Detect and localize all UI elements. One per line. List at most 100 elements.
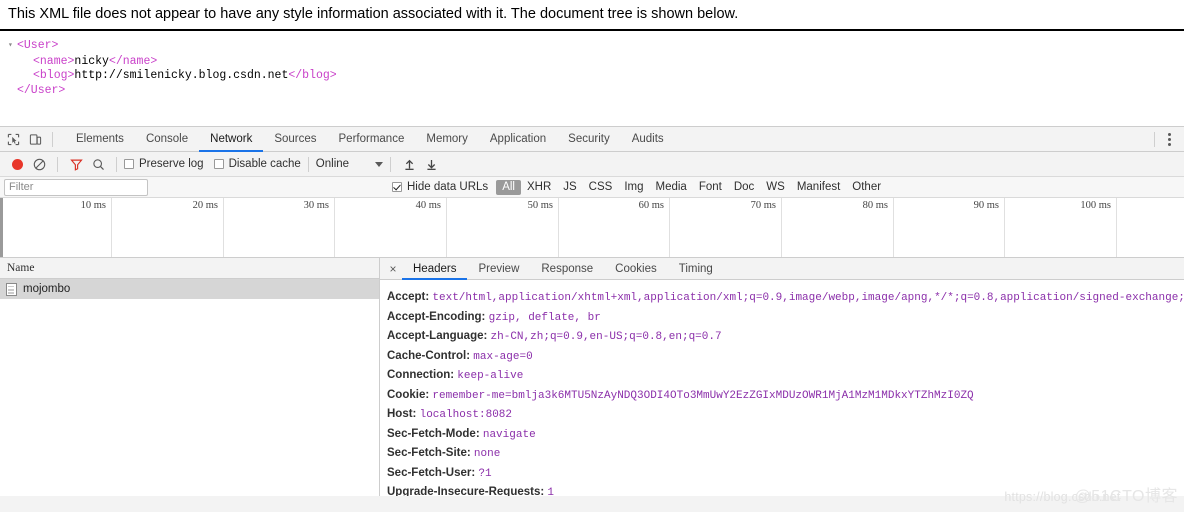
header-value: max-age=0 xyxy=(473,350,533,363)
inspect-element-icon[interactable] xyxy=(2,129,24,150)
toolbar-divider xyxy=(1154,131,1155,147)
header-value: zh-CN,zh;q=0.9,en-US;q=0.8,en;q=0.7 xyxy=(490,331,722,343)
network-split-view: Name mojombo × Headers Preview Response … xyxy=(0,258,1184,496)
collapse-triangle-icon[interactable]: ▾ xyxy=(8,39,17,54)
xml-root-close-line: </User> xyxy=(8,84,1184,99)
xml-viewer: This XML file does not appear to have an… xyxy=(0,0,1184,126)
xml-name-open-tag: <name> xyxy=(33,54,75,68)
search-icon[interactable] xyxy=(87,154,109,175)
header-name: Cache-Control: xyxy=(387,349,471,362)
header-row: Host: localhost:8082 xyxy=(387,405,1184,425)
preserve-log-label: Preserve log xyxy=(139,158,204,170)
header-name: Accept: xyxy=(387,291,430,303)
tab-application[interactable]: Application xyxy=(479,127,557,152)
type-filter-js[interactable]: JS xyxy=(557,180,582,195)
export-har-button[interactable] xyxy=(420,154,442,175)
tab-audits[interactable]: Audits xyxy=(621,127,675,152)
hide-data-urls-label: Hide data URLs xyxy=(407,181,489,193)
throttling-select[interactable]: Online xyxy=(315,158,384,170)
xml-root-open-line[interactable]: ▾ <User> xyxy=(8,39,1184,55)
header-name: Accept-Encoding: xyxy=(387,310,486,323)
disable-cache-checkbox[interactable]: Disable cache xyxy=(213,158,301,170)
preserve-log-checkbox[interactable]: Preserve log xyxy=(124,158,204,170)
request-detail-pane: × Headers Preview Response Cookies Timin… xyxy=(380,258,1184,496)
tab-preview[interactable]: Preview xyxy=(467,258,530,280)
type-filter-font[interactable]: Font xyxy=(693,180,728,195)
checkbox-box[interactable] xyxy=(124,159,134,169)
header-name: Accept-Language: xyxy=(387,330,488,342)
header-row: Sec-Fetch-Site: none xyxy=(387,444,1184,464)
type-filter-all[interactable]: All xyxy=(496,179,521,195)
column-header-name: Name xyxy=(7,262,35,274)
chevron-down-icon[interactable] xyxy=(375,161,384,167)
filter-input[interactable] xyxy=(4,178,148,196)
filter-icon[interactable] xyxy=(65,154,87,175)
network-filter-bar: Hide data URLs All XHR JS CSS Img Media … xyxy=(0,177,1184,198)
tab-sources[interactable]: Sources xyxy=(263,127,327,152)
xml-root-close-tag: </User> xyxy=(17,83,66,97)
tab-headers[interactable]: Headers xyxy=(402,258,467,280)
xml-blog-close-tag: </blog> xyxy=(288,69,337,82)
toolbar-divider xyxy=(307,156,309,172)
table-row[interactable]: mojombo xyxy=(0,279,379,299)
type-filter-xhr[interactable]: XHR xyxy=(521,180,557,195)
grid-column-header[interactable]: Name xyxy=(0,258,379,279)
devtools-tabbar: Elements Console Network Sources Perform… xyxy=(0,127,1184,152)
header-row: Accept-Encoding: gzip, deflate, br xyxy=(387,308,1184,328)
type-filter-img[interactable]: Img xyxy=(618,180,649,195)
network-action-toolbar: Preserve log Disable cache Online xyxy=(0,152,1184,177)
tab-security[interactable]: Security xyxy=(557,127,621,152)
clear-button[interactable] xyxy=(28,154,50,175)
xml-child-line: <blog>http://smilenicky.blog.csdn.net</b… xyxy=(8,69,1184,84)
timeline-tick-label: 40 ms xyxy=(415,200,441,211)
type-filter-manifest[interactable]: Manifest xyxy=(791,180,846,195)
header-name: Sec-Fetch-Site: xyxy=(387,447,471,459)
type-filter-other[interactable]: Other xyxy=(846,180,887,195)
timeline-gridline xyxy=(334,198,335,257)
tab-console[interactable]: Console xyxy=(135,127,199,152)
tab-memory[interactable]: Memory xyxy=(415,127,479,152)
network-overview-timeline[interactable]: 10 ms 20 ms 30 ms 40 ms 50 ms 60 ms 70 m… xyxy=(0,198,1184,258)
tab-response[interactable]: Response xyxy=(530,258,604,280)
timeline-tick-label: 60 ms xyxy=(638,200,664,211)
close-icon[interactable]: × xyxy=(384,262,402,276)
timeline-tick-label: 70 ms xyxy=(750,200,776,211)
timeline-tick-label: 100 ms xyxy=(1080,200,1111,211)
timeline-gridline xyxy=(446,198,447,257)
header-value: text/html,application/xhtml+xml,applicat… xyxy=(432,292,1184,304)
import-har-button[interactable] xyxy=(398,154,420,175)
devtools-tabbar-right xyxy=(1148,131,1182,147)
device-toolbar-icon[interactable] xyxy=(24,129,46,150)
tab-timing[interactable]: Timing xyxy=(668,258,724,280)
timeline-gridline xyxy=(1116,198,1117,257)
xml-root-open-tag: <User> xyxy=(17,39,59,52)
header-row: Accept-Language: zh-CN,zh;q=0.9,en-US;q=… xyxy=(387,327,1184,347)
xml-name-value: nicky xyxy=(74,54,109,68)
header-value: keep-alive xyxy=(457,370,524,382)
kebab-menu-icon[interactable] xyxy=(1161,132,1178,146)
header-row: Cookie: remember-me=bmlja3k6MTU5NzAyNDQ3… xyxy=(387,386,1184,406)
devtools-tab-list: Elements Console Network Sources Perform… xyxy=(65,127,675,152)
type-filter-media[interactable]: Media xyxy=(650,180,693,195)
type-filter-ws[interactable]: WS xyxy=(760,180,791,195)
header-name: Upgrade-Insecure-Requests: xyxy=(387,486,545,496)
header-name: Sec-Fetch-User: xyxy=(387,466,476,479)
header-name: Cookie: xyxy=(387,388,430,401)
checkbox-box[interactable] xyxy=(213,159,224,169)
tab-network[interactable]: Network xyxy=(199,127,263,152)
tab-elements[interactable]: Elements xyxy=(65,127,135,152)
timeline-gridline xyxy=(558,198,559,257)
header-name: Sec-Fetch-Mode: xyxy=(387,427,480,440)
tab-performance[interactable]: Performance xyxy=(328,127,416,152)
tab-cookies[interactable]: Cookies xyxy=(604,258,668,280)
xml-style-notice: This XML file does not appear to have an… xyxy=(8,6,739,22)
request-name: mojombo xyxy=(23,283,71,295)
hide-data-urls-checkbox[interactable]: Hide data URLs xyxy=(392,181,488,193)
record-button[interactable] xyxy=(6,154,28,175)
timeline-tick-label: 20 ms xyxy=(192,200,218,211)
type-filter-css[interactable]: CSS xyxy=(583,180,619,195)
type-filter-doc[interactable]: Doc xyxy=(728,180,760,195)
checkbox-box[interactable] xyxy=(392,182,402,192)
throttling-value: Online xyxy=(315,158,350,170)
header-row: Accept: text/html,application/xhtml+xml,… xyxy=(387,288,1184,308)
